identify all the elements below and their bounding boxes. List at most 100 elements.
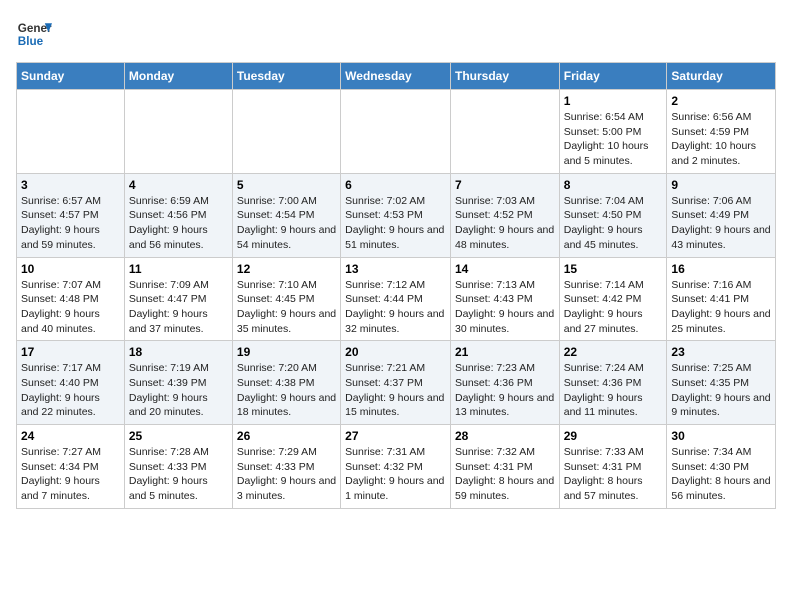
logo-icon: General Blue (16, 16, 52, 52)
day-of-week-header: Sunday (17, 63, 125, 90)
day-info: Sunrise: 6:56 AMSunset: 4:59 PMDaylight:… (671, 110, 771, 169)
day-info: Sunrise: 7:34 AMSunset: 4:30 PMDaylight:… (671, 445, 771, 504)
day-info: Sunrise: 7:17 AMSunset: 4:40 PMDaylight:… (21, 361, 120, 420)
day-info: Sunrise: 7:31 AMSunset: 4:32 PMDaylight:… (345, 445, 446, 504)
calendar-cell: 3 Sunrise: 6:57 AMSunset: 4:57 PMDaylight… (17, 173, 125, 257)
day-info: Sunrise: 7:10 AMSunset: 4:45 PMDaylight:… (237, 278, 336, 337)
day-info: Sunrise: 7:32 AMSunset: 4:31 PMDaylight:… (455, 445, 555, 504)
day-info: Sunrise: 7:06 AMSunset: 4:49 PMDaylight:… (671, 194, 771, 253)
calendar-cell: 23Sunrise: 7:25 AMSunset: 4:35 PMDayligh… (667, 341, 776, 425)
calendar-cell: 2Sunrise: 6:56 AMSunset: 4:59 PMDaylight… (667, 90, 776, 174)
calendar-cell: 8 Sunrise: 7:04 AMSunset: 4:50 PMDaylight… (559, 173, 667, 257)
calendar-cell (450, 90, 559, 174)
day-number: 7 (455, 178, 555, 192)
day-number: 26 (237, 429, 336, 443)
day-info: Sunrise: 7:21 AMSunset: 4:37 PMDaylight:… (345, 361, 446, 420)
day-number: 1 (564, 94, 663, 108)
day-number: 28 (455, 429, 555, 443)
day-number: 3 (21, 178, 120, 192)
day-number: 25 (129, 429, 228, 443)
day-number: 20 (345, 345, 446, 359)
calendar-cell (232, 90, 340, 174)
day-number: 11 (129, 262, 228, 276)
day-info: Sunrise: 7:14 AMSunset: 4:42 PMDaylight:… (564, 278, 663, 337)
calendar-cell: 14 Sunrise: 7:13 AMSunset: 4:43 PMDayligh… (450, 257, 559, 341)
day-info: Sunrise: 7:00 AMSunset: 4:54 PMDaylight:… (237, 194, 336, 253)
calendar-cell: 29Sunrise: 7:33 AMSunset: 4:31 PMDayligh… (559, 425, 667, 509)
day-info: Sunrise: 7:29 AMSunset: 4:33 PMDaylight:… (237, 445, 336, 504)
day-of-week-header: Monday (124, 63, 232, 90)
calendar-cell: 13 Sunrise: 7:12 AMSunset: 4:44 PMDayligh… (341, 257, 451, 341)
day-info: Sunrise: 6:54 AMSunset: 5:00 PMDaylight:… (564, 110, 663, 169)
day-info: Sunrise: 7:04 AMSunset: 4:50 PMDaylight:… (564, 194, 663, 253)
calendar-cell: 19 Sunrise: 7:20 AMSunset: 4:38 PMDayligh… (232, 341, 340, 425)
day-of-week-header: Friday (559, 63, 667, 90)
calendar-cell: 27Sunrise: 7:31 AMSunset: 4:32 PMDayligh… (341, 425, 451, 509)
day-of-week-header: Thursday (450, 63, 559, 90)
calendar-cell: 25Sunrise: 7:28 AMSunset: 4:33 PMDayligh… (124, 425, 232, 509)
day-number: 9 (671, 178, 771, 192)
calendar-cell: 20 Sunrise: 7:21 AMSunset: 4:37 PMDayligh… (341, 341, 451, 425)
day-number: 17 (21, 345, 120, 359)
day-number: 18 (129, 345, 228, 359)
calendar-week-row: 17 Sunrise: 7:17 AMSunset: 4:40 PMDayligh… (17, 341, 776, 425)
calendar-cell (17, 90, 125, 174)
day-number: 23 (671, 345, 771, 359)
day-info: Sunrise: 7:03 AMSunset: 4:52 PMDaylight:… (455, 194, 555, 253)
day-number: 5 (237, 178, 336, 192)
day-number: 14 (455, 262, 555, 276)
calendar-cell: 4 Sunrise: 6:59 AMSunset: 4:56 PMDaylight… (124, 173, 232, 257)
day-info: Sunrise: 7:20 AMSunset: 4:38 PMDaylight:… (237, 361, 336, 420)
calendar-cell: 22 Sunrise: 7:24 AMSunset: 4:36 PMDayligh… (559, 341, 667, 425)
calendar-cell: 5 Sunrise: 7:00 AMSunset: 4:54 PMDaylight… (232, 173, 340, 257)
calendar-cell: 10Sunrise: 7:07 AMSunset: 4:48 PMDayligh… (17, 257, 125, 341)
day-info: Sunrise: 6:59 AMSunset: 4:56 PMDaylight:… (129, 194, 228, 253)
calendar-cell: 21 Sunrise: 7:23 AMSunset: 4:36 PMDayligh… (450, 341, 559, 425)
calendar-cell: 1 Sunrise: 6:54 AMSunset: 5:00 PMDaylight… (559, 90, 667, 174)
day-info: Sunrise: 7:19 AMSunset: 4:39 PMDaylight:… (129, 361, 228, 420)
calendar-table: SundayMondayTuesdayWednesdayThursdayFrid… (16, 62, 776, 509)
calendar-cell: 16 Sunrise: 7:16 AMSunset: 4:41 PMDayligh… (667, 257, 776, 341)
calendar-cell: 7 Sunrise: 7:03 AMSunset: 4:52 PMDaylight… (450, 173, 559, 257)
day-info: Sunrise: 7:02 AMSunset: 4:53 PMDaylight:… (345, 194, 446, 253)
calendar-cell: 15 Sunrise: 7:14 AMSunset: 4:42 PMDayligh… (559, 257, 667, 341)
day-number: 16 (671, 262, 771, 276)
day-number: 6 (345, 178, 446, 192)
day-number: 19 (237, 345, 336, 359)
day-number: 15 (564, 262, 663, 276)
day-number: 21 (455, 345, 555, 359)
svg-text:Blue: Blue (18, 35, 44, 48)
day-info: Sunrise: 7:27 AMSunset: 4:34 PMDaylight:… (21, 445, 120, 504)
calendar-week-row: 10Sunrise: 7:07 AMSunset: 4:48 PMDayligh… (17, 257, 776, 341)
calendar-cell: 24 Sunrise: 7:27 AMSunset: 4:34 PMDayligh… (17, 425, 125, 509)
day-number: 30 (671, 429, 771, 443)
day-info: Sunrise: 7:12 AMSunset: 4:44 PMDaylight:… (345, 278, 446, 337)
day-number: 22 (564, 345, 663, 359)
day-info: Sunrise: 7:13 AMSunset: 4:43 PMDaylight:… (455, 278, 555, 337)
day-number: 8 (564, 178, 663, 192)
day-info: Sunrise: 7:16 AMSunset: 4:41 PMDaylight:… (671, 278, 771, 337)
calendar-week-row: 24 Sunrise: 7:27 AMSunset: 4:34 PMDayligh… (17, 425, 776, 509)
calendar-cell: 28 Sunrise: 7:32 AMSunset: 4:31 PMDayligh… (450, 425, 559, 509)
calendar-cell: 30 Sunrise: 7:34 AMSunset: 4:30 PMDayligh… (667, 425, 776, 509)
day-number: 13 (345, 262, 446, 276)
day-number: 10 (21, 262, 120, 276)
day-info: Sunrise: 6:57 AMSunset: 4:57 PMDaylight:… (21, 194, 120, 253)
day-info: Sunrise: 7:33 AMSunset: 4:31 PMDaylight:… (564, 445, 663, 504)
day-of-week-header: Saturday (667, 63, 776, 90)
day-number: 12 (237, 262, 336, 276)
calendar-cell: 6 Sunrise: 7:02 AMSunset: 4:53 PMDaylight… (341, 173, 451, 257)
day-info: Sunrise: 7:24 AMSunset: 4:36 PMDaylight:… (564, 361, 663, 420)
day-info: Sunrise: 7:23 AMSunset: 4:36 PMDaylight:… (455, 361, 555, 420)
calendar-cell: 11Sunrise: 7:09 AMSunset: 4:47 PMDayligh… (124, 257, 232, 341)
calendar-cell (341, 90, 451, 174)
calendar-cell: 26 Sunrise: 7:29 AMSunset: 4:33 PMDayligh… (232, 425, 340, 509)
calendar-cell: 12 Sunrise: 7:10 AMSunset: 4:45 PMDayligh… (232, 257, 340, 341)
calendar-header-row: SundayMondayTuesdayWednesdayThursdayFrid… (17, 63, 776, 90)
logo: General Blue (16, 16, 52, 52)
calendar-cell (124, 90, 232, 174)
day-of-week-header: Tuesday (232, 63, 340, 90)
day-number: 24 (21, 429, 120, 443)
day-number: 4 (129, 178, 228, 192)
calendar-cell: 17 Sunrise: 7:17 AMSunset: 4:40 PMDayligh… (17, 341, 125, 425)
